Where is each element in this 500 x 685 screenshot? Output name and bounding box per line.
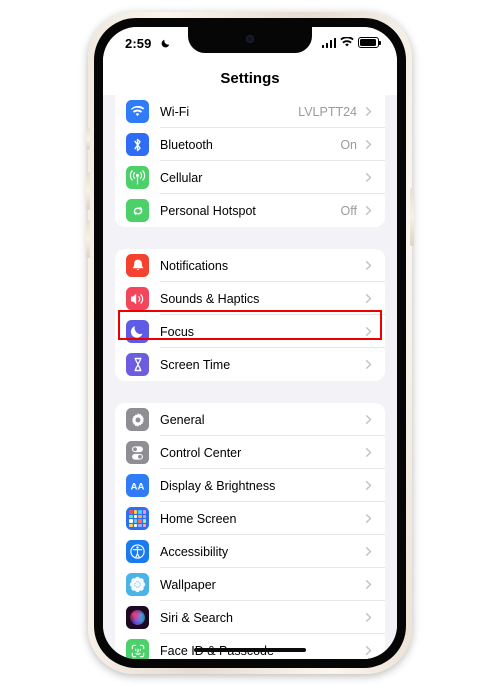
- chevron-right-icon: [365, 514, 372, 523]
- settings-row-sounds-haptics[interactable]: Sounds & Haptics: [115, 282, 385, 315]
- navigation-bar: Settings: [103, 61, 397, 95]
- settings-row-label: Siri & Search: [160, 610, 233, 625]
- cellular-antenna-icon: [126, 166, 149, 189]
- wifi-icon: [126, 100, 149, 123]
- phone-screen: 2:59 Settings Wi-Fi LVLPTT24 Bluetooth O…: [103, 27, 397, 659]
- bluetooth-icon: [126, 133, 149, 156]
- hourglass-icon: [126, 353, 149, 376]
- chevron-right-icon: [365, 360, 372, 369]
- settings-row-wallpaper[interactable]: Wallpaper: [115, 568, 385, 601]
- status-bar-indicators: [321, 37, 381, 48]
- settings-row-wifi[interactable]: Wi-Fi LVLPTT24: [115, 95, 385, 128]
- settings-row-face-id-passcode[interactable]: Face ID & Passcode: [115, 634, 385, 659]
- settings-row-label: Control Center: [160, 445, 242, 460]
- settings-row-home-screen[interactable]: Home Screen: [115, 502, 385, 535]
- chevron-right-icon: [365, 327, 372, 336]
- settings-row-label: Cellular: [160, 170, 203, 185]
- app-grid-icon: [126, 507, 149, 530]
- siri-orb-icon: [126, 606, 149, 629]
- accessibility-icon: [126, 540, 149, 563]
- text-size-icon: AA: [126, 474, 149, 497]
- hotspot-link-icon: [126, 199, 149, 222]
- front-camera-icon: [246, 35, 254, 43]
- settings-row-label: Home Screen: [160, 511, 237, 526]
- settings-row-accessibility[interactable]: Accessibility: [115, 535, 385, 568]
- flower-icon: [126, 573, 149, 596]
- crescent-moon-icon: [161, 39, 170, 48]
- settings-row-label: Personal Hotspot: [160, 203, 256, 218]
- settings-row-value: Off: [340, 203, 357, 218]
- chevron-right-icon: [365, 547, 372, 556]
- settings-row-label: Display & Brightness: [160, 478, 276, 493]
- settings-row-value: LVLPTT24: [298, 104, 357, 119]
- chevron-right-icon: [365, 646, 372, 655]
- screenshot-canvas: 2:59 Settings Wi-Fi LVLPTT24 Bluetooth O…: [0, 0, 500, 685]
- bell-icon: [126, 254, 149, 277]
- settings-row-bluetooth[interactable]: Bluetooth On: [115, 128, 385, 161]
- battery-full-icon: [358, 37, 381, 48]
- settings-row-label: Focus: [160, 324, 195, 339]
- moon-icon: [126, 320, 149, 343]
- gear-icon: [126, 408, 149, 431]
- settings-row-focus[interactable]: Focus: [115, 315, 385, 348]
- settings-row-label: General: [160, 412, 205, 427]
- settings-group-system: General Control Center AA Display & Brig…: [115, 403, 385, 659]
- settings-row-notifications[interactable]: Notifications: [115, 249, 385, 282]
- settings-row-screen-time[interactable]: Screen Time: [115, 348, 385, 381]
- cellular-signal-icon: [321, 37, 336, 48]
- volume-down-button[interactable]: [86, 220, 90, 258]
- mute-switch[interactable]: [86, 128, 90, 150]
- settings-row-cellular[interactable]: Cellular: [115, 161, 385, 194]
- chevron-right-icon: [365, 294, 372, 303]
- chevron-right-icon: [365, 107, 372, 116]
- settings-row-label: Accessibility: [160, 544, 229, 559]
- chevron-right-icon: [365, 173, 372, 182]
- chevron-right-icon: [365, 415, 372, 424]
- settings-row-label: Screen Time: [160, 357, 231, 372]
- settings-row-label: Notifications: [160, 258, 229, 273]
- chevron-right-icon: [365, 448, 372, 457]
- settings-row-label: Sounds & Haptics: [160, 291, 260, 306]
- chevron-right-icon: [365, 481, 372, 490]
- svg-text:AA: AA: [131, 481, 145, 492]
- chevron-right-icon: [365, 140, 372, 149]
- volume-up-button[interactable]: [86, 172, 90, 210]
- settings-row-display-brightness[interactable]: AA Display & Brightness: [115, 469, 385, 502]
- face-id-icon: [126, 639, 149, 659]
- chevron-right-icon: [365, 206, 372, 215]
- chevron-right-icon: [365, 613, 372, 622]
- power-button[interactable]: [410, 188, 414, 246]
- settings-row-general[interactable]: General: [115, 403, 385, 436]
- settings-row-control-center[interactable]: Control Center: [115, 436, 385, 469]
- settings-row-value: On: [340, 137, 357, 152]
- speaker-icon: [126, 287, 149, 310]
- settings-row-label: Wallpaper: [160, 577, 216, 592]
- settings-list[interactable]: Wi-Fi LVLPTT24 Bluetooth On Cellular Per…: [103, 95, 397, 659]
- settings-row-label: Wi-Fi: [160, 104, 190, 119]
- page-title: Settings: [220, 69, 280, 87]
- chevron-right-icon: [365, 261, 372, 270]
- settings-row-label: Bluetooth: [160, 137, 213, 152]
- status-bar-time: 2:59: [125, 36, 152, 51]
- settings-group-alerts: Notifications Sounds & Haptics Focus Scr…: [115, 249, 385, 381]
- settings-row-siri-search[interactable]: Siri & Search: [115, 601, 385, 634]
- toggles-icon: [126, 441, 149, 464]
- settings-group-connectivity: Wi-Fi LVLPTT24 Bluetooth On Cellular Per…: [115, 95, 385, 227]
- display-notch: [188, 27, 312, 53]
- wifi-icon: [340, 37, 354, 47]
- chevron-right-icon: [365, 580, 372, 589]
- home-indicator[interactable]: [194, 648, 306, 652]
- settings-row-personal-hotspot[interactable]: Personal Hotspot Off: [115, 194, 385, 227]
